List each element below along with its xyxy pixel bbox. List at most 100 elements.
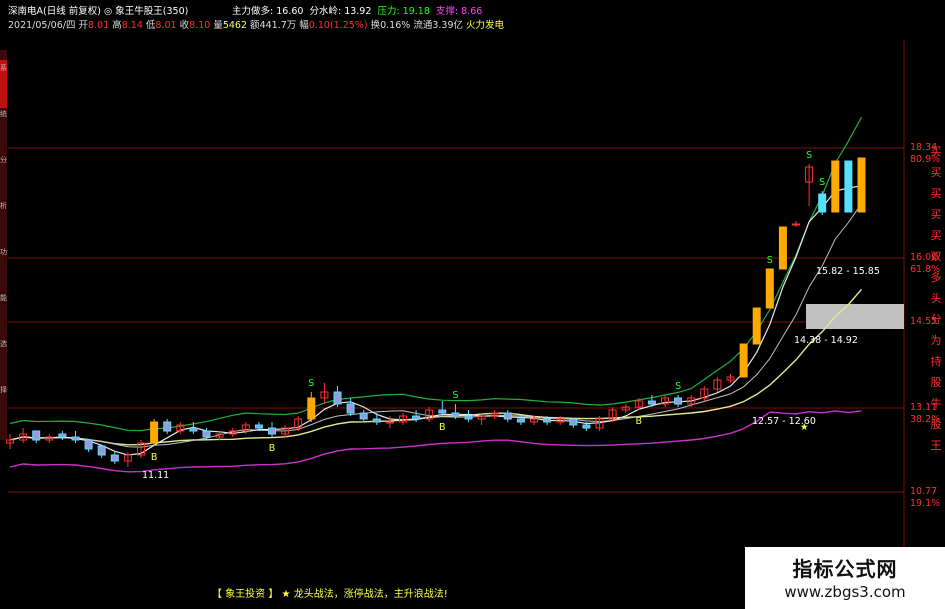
- ma-magenta-line: [9, 410, 862, 473]
- pressure-label: 压力:: [377, 6, 400, 17]
- candle-body: [647, 400, 656, 405]
- right-column-char: 为: [931, 334, 942, 347]
- candle-body: [569, 418, 578, 426]
- buy-marker: B: [151, 452, 158, 463]
- candle-body: [359, 412, 368, 420]
- turnover-label: 换: [370, 20, 381, 31]
- candle-body: [765, 268, 774, 309]
- candle-body: [543, 418, 552, 423]
- right-column-char: 买: [931, 229, 942, 242]
- right-column-char: 买: [931, 187, 942, 200]
- candle-body: [503, 412, 512, 420]
- left-strip-char: 能: [0, 293, 7, 302]
- left-strip-char: 系: [0, 63, 7, 72]
- change-label: 幅: [299, 20, 309, 31]
- sell-marker: S: [819, 177, 825, 188]
- right-column-char: 头: [931, 292, 942, 305]
- candle-body: [150, 421, 159, 444]
- candle-body: [32, 430, 41, 441]
- close-value: 8.10: [189, 20, 211, 31]
- buy-marker: B: [439, 422, 446, 433]
- left-strip-char: 择: [0, 385, 7, 394]
- candle-body: [307, 397, 316, 420]
- low-label: 低: [145, 20, 156, 31]
- open-value: 8.01: [88, 20, 110, 31]
- support-label: 支撑:: [435, 6, 459, 17]
- ma-green-line: [9, 116, 863, 432]
- right-column-char: 持: [931, 354, 942, 368]
- footer-slogan: 龙头战法，涨停战法，主升浪战法!: [293, 589, 448, 600]
- stock-name: 深南电A(日线 前复权): [8, 6, 101, 17]
- candle-body: [464, 415, 473, 420]
- watermark-title: 指标公式网: [792, 557, 898, 581]
- candle-body: [739, 343, 748, 378]
- float-label: 流通: [413, 20, 433, 31]
- candle-body: [385, 421, 394, 424]
- watermark-url: www.zbgs3.com: [784, 583, 906, 601]
- watershed-label: 分水岭:: [309, 6, 342, 17]
- candle-body: [674, 397, 683, 405]
- chart-stage: S S S S S S B B B B 15.82 - 15.85 14.38 - 14.92 12.5…: [0, 0, 945, 609]
- indicator-name[interactable]: ◎ 象王牛股王(350): [104, 6, 188, 17]
- change-value: 0.10(1.25%): [308, 20, 368, 31]
- sell-marker: S: [767, 255, 773, 266]
- sell-marker: S: [806, 150, 812, 161]
- right-column-char: 双: [931, 250, 942, 263]
- star-marker: ★: [800, 422, 809, 433]
- sell-marker: S: [452, 390, 458, 401]
- candle-body: [58, 433, 67, 438]
- candle-body: [516, 418, 525, 423]
- zone-label: 15.82 - 15.85: [816, 266, 880, 277]
- main-force-label: 主力做多:: [232, 6, 274, 17]
- left-strip-char: 功: [0, 247, 7, 256]
- right-column-char: 牛: [931, 396, 942, 410]
- float-value: 3.39亿: [432, 20, 463, 31]
- right-column-char: 分: [931, 313, 942, 326]
- candle-body: [97, 445, 106, 456]
- candle-body: [857, 157, 866, 213]
- candle-body: [844, 160, 853, 213]
- buy-marker: B: [636, 416, 643, 427]
- buy-marker: B: [269, 443, 276, 454]
- watermark-box: 指标公式网 www.zbgs3.com: [745, 547, 945, 609]
- left-strip-char: 分: [0, 155, 7, 164]
- left-strip-char: 统: [0, 109, 7, 118]
- left-strip-char: 选: [0, 339, 7, 348]
- volume-label: 量: [213, 20, 223, 31]
- main-force-value: 16.60: [276, 6, 304, 17]
- support-value: 8.66: [461, 6, 483, 17]
- footer-bracket: 【 象王投资 】: [212, 589, 279, 600]
- candle-body: [412, 415, 421, 420]
- right-column-char: 买: [931, 166, 942, 179]
- open-label: 开: [78, 20, 89, 31]
- price-level-label: 10.77: [910, 486, 937, 497]
- right-column-char: 多: [931, 270, 942, 284]
- small-price-label: 11.11: [142, 470, 169, 481]
- amount-value: 441.7万: [259, 20, 297, 31]
- candle-body: [438, 409, 447, 414]
- candle-body: [818, 193, 827, 213]
- close-label: 收: [179, 20, 190, 31]
- right-column-char: 股: [931, 376, 942, 389]
- pressure-value: 19.18: [402, 6, 430, 17]
- watershed-value: 13.92: [344, 6, 372, 17]
- sell-marker: S: [675, 381, 681, 392]
- candle-body: [451, 412, 460, 417]
- volume-value: 5462: [222, 20, 248, 31]
- candle-body: [71, 436, 80, 441]
- high-label: 高: [112, 20, 122, 31]
- pressure-zone-box: [806, 304, 904, 329]
- ma-yellow-line: [9, 288, 863, 446]
- candle-body: [582, 424, 591, 429]
- candle-body: [792, 223, 800, 226]
- candle-body: [189, 427, 198, 432]
- amount-label: 额: [250, 20, 260, 31]
- star-icon: ★: [281, 589, 291, 600]
- left-strip-char: 析: [0, 201, 7, 210]
- candle-body: [372, 418, 381, 423]
- candle-body: [752, 307, 761, 345]
- sell-marker: S: [308, 378, 314, 389]
- right-column-char: 买: [931, 208, 942, 221]
- high-value: 8.14: [121, 20, 143, 31]
- footer-banner: 【 象王投资 】 ★ 龙头战法，涨停战法，主升浪战法!: [212, 585, 448, 600]
